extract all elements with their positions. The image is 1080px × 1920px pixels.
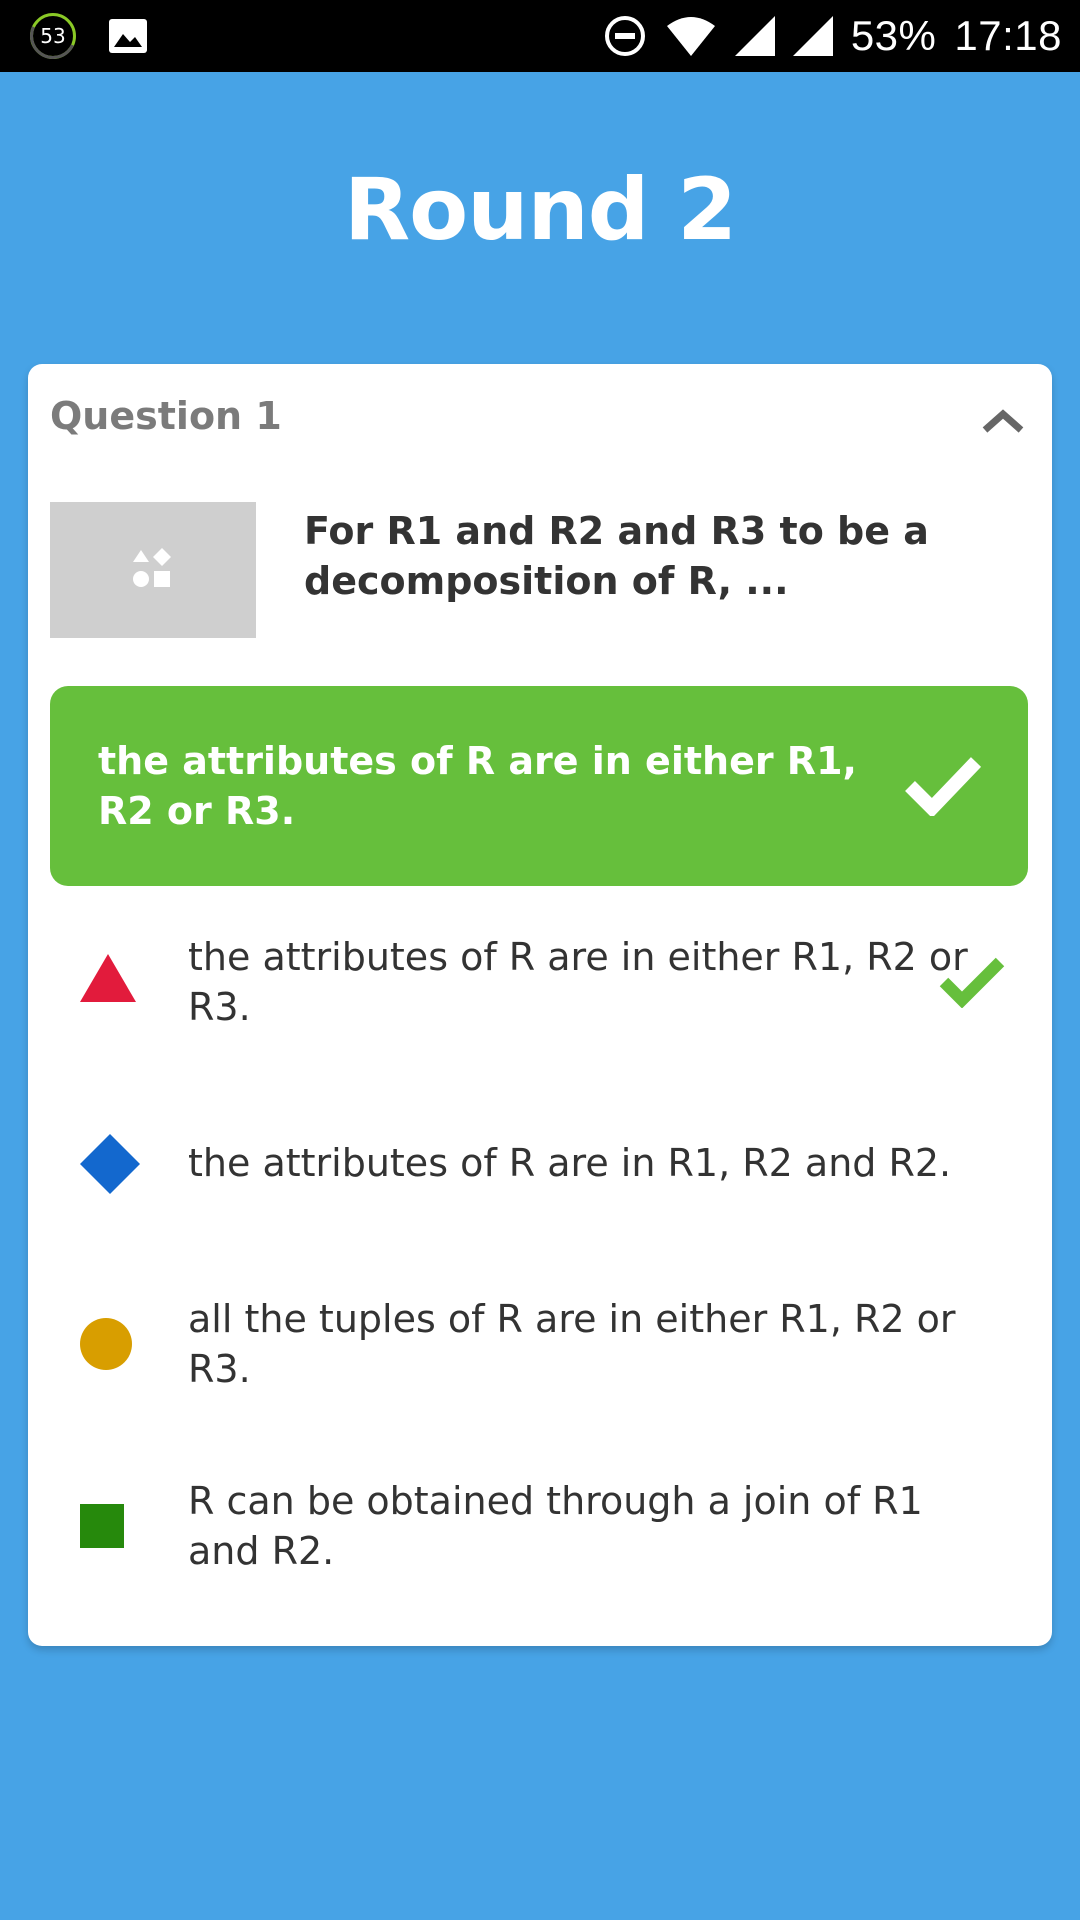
question-card: Question 1 For R1 and R2 and R3 to be a … (28, 364, 1052, 1646)
shapes-icon (133, 548, 171, 587)
square-icon (80, 1504, 124, 1548)
check-icon (905, 757, 982, 816)
status-bar: 53 53% 17:18 (0, 0, 1080, 72)
battery-level: 53% (850, 12, 937, 59)
page-title: Round 2 (343, 160, 737, 260)
question-label: Question 1 (50, 394, 282, 438)
wifi-icon (665, 16, 717, 56)
signal-icon-2 (792, 16, 833, 56)
option-text: R can be obtained through a join of R1 a… (188, 1479, 923, 1573)
option-text: the attributes of R are in either R1, R2… (188, 935, 968, 1029)
image-icon (108, 18, 148, 54)
answer-option-3[interactable]: all the tuples of R are in either R1, R2… (50, 1284, 1028, 1404)
notification-count-icon: 53 (30, 13, 76, 59)
notification-count: 53 (40, 24, 66, 48)
question-text: For R1 and R2 and R3 to be a decompositi… (304, 509, 929, 603)
triangle-icon (80, 954, 136, 1002)
answer-option-1[interactable]: the attributes of R are in either R1, R2… (50, 924, 1028, 1044)
chevron-up-icon (982, 409, 1024, 433)
circle-icon (80, 1318, 132, 1370)
do-not-disturb-icon (603, 14, 647, 58)
question-image-placeholder (50, 502, 256, 638)
option-text: the attributes of R are in R1, R2 and R2… (188, 1141, 952, 1185)
option-text: all the tuples of R are in either R1, R2… (188, 1297, 956, 1391)
check-icon (939, 957, 1005, 1008)
diamond-icon (80, 1134, 140, 1194)
correct-answer-banner: the attributes of R are in either R1, R2… (50, 686, 1028, 886)
answer-option-4[interactable]: R can be obtained through a join of R1 a… (50, 1468, 1028, 1588)
collapse-button[interactable] (978, 400, 1028, 440)
answer-option-2[interactable]: the attributes of R are in R1, R2 and R2… (50, 1114, 1028, 1214)
correct-answer-text: the attributes of R are in either R1, R2… (98, 739, 857, 833)
signal-icon (734, 16, 775, 56)
clock: 17:18 (954, 12, 1062, 59)
